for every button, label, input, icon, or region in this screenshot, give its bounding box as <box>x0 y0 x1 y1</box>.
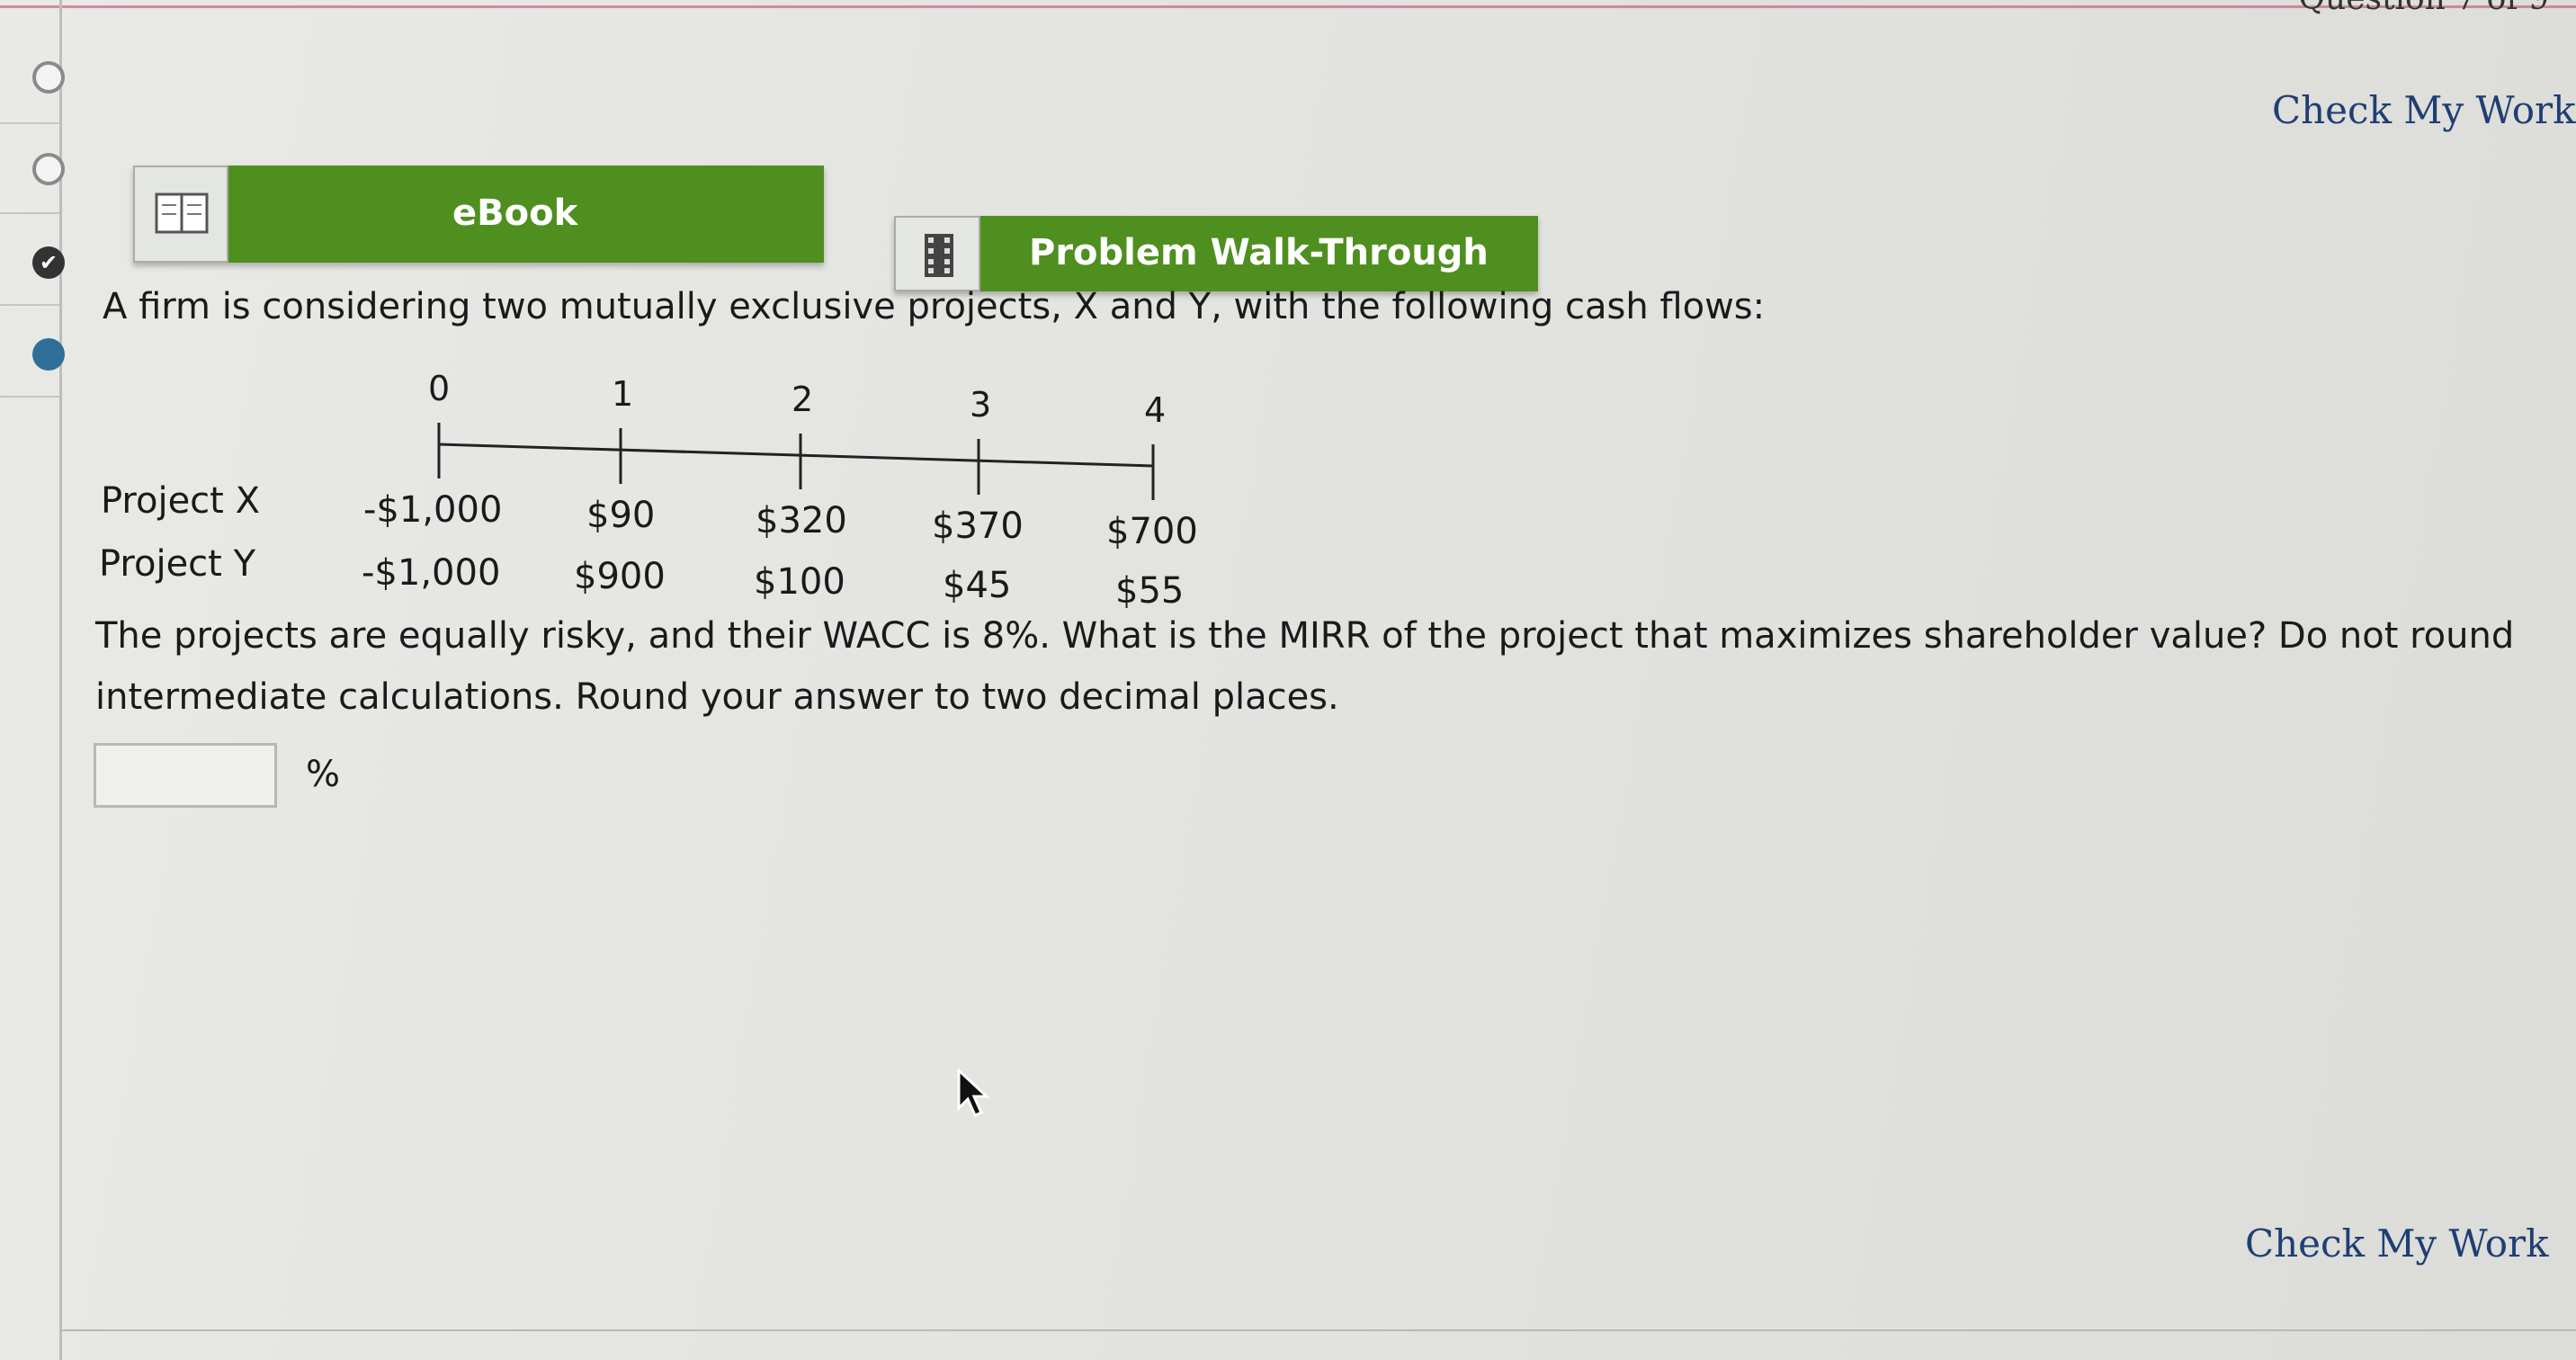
bottom-rule <box>59 1329 2576 1331</box>
period-label-3: 3 <box>970 385 992 425</box>
question-line-1: The projects are equally risky, and thei… <box>95 615 2515 657</box>
period-label-2: 2 <box>792 380 814 419</box>
page: Question 7 of 9 ✔ Check My Work Check My… <box>0 0 2576 1360</box>
question-line-2: intermediate calculations. Round your an… <box>95 676 1339 718</box>
timeline-axis <box>438 443 1154 468</box>
project-y-label: Project Y <box>99 543 256 585</box>
project-x-flow-4: $700 <box>1106 511 1198 552</box>
project-y-flow-4: $55 <box>1115 570 1185 612</box>
mouse-cursor-icon <box>957 1069 990 1117</box>
percent-unit-label: % <box>306 754 341 795</box>
project-y-flow-3: $45 <box>943 565 1012 606</box>
period-label-0: 0 <box>428 369 451 408</box>
period-label-4: 4 <box>1144 390 1167 430</box>
project-x-flow-1: $90 <box>586 495 656 536</box>
project-x-flow-0: -$1,000 <box>363 489 503 531</box>
project-x-flow-3: $370 <box>932 506 1024 547</box>
project-y-flow-2: $100 <box>754 561 845 603</box>
project-x-flow-2: $320 <box>756 500 847 541</box>
mirr-answer-input[interactable] <box>94 743 277 808</box>
project-y-flow-0: -$1,000 <box>362 552 501 594</box>
project-x-label: Project X <box>101 480 260 522</box>
period-label-1: 1 <box>612 374 634 414</box>
project-y-flow-1: $900 <box>574 556 666 597</box>
